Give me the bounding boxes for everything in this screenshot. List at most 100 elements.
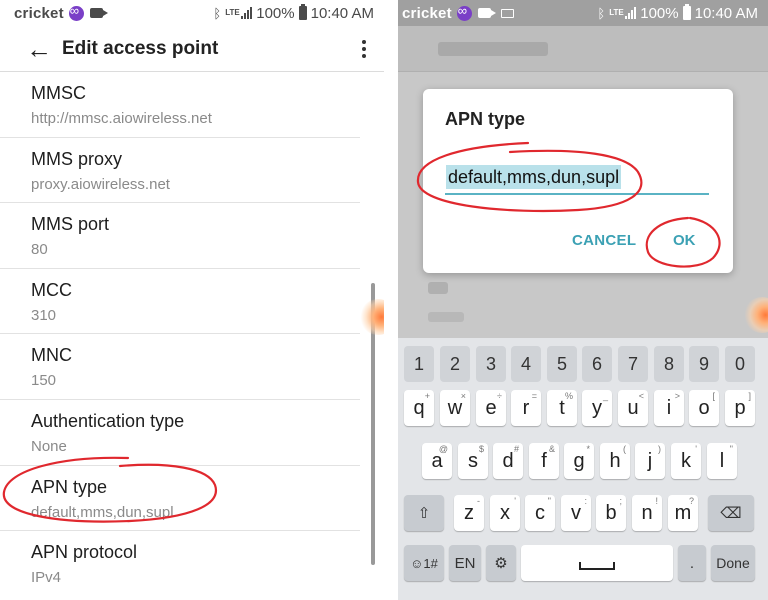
more-options-icon[interactable] bbox=[362, 39, 366, 58]
done-key[interactable]: Done bbox=[711, 545, 755, 581]
key-k[interactable]: k ' bbox=[671, 443, 701, 479]
key-9[interactable]: 9 bbox=[689, 346, 719, 382]
apn-settings-list: MMSC http://mmsc.aiowireless.net MMS pro… bbox=[0, 72, 384, 597]
key-y[interactable]: y _ bbox=[582, 390, 612, 426]
carrier-name: cricket bbox=[402, 4, 452, 22]
setting-value: 150 bbox=[31, 372, 57, 390]
carrier-logo-icon bbox=[456, 3, 472, 21]
key-q[interactable]: q + bbox=[404, 390, 434, 426]
key-6[interactable]: 6 bbox=[582, 346, 612, 382]
setting-mcc[interactable]: MCC 310 bbox=[0, 269, 360, 335]
ok-button[interactable]: OK bbox=[673, 232, 696, 249]
setting-mnc[interactable]: MNC 150 bbox=[0, 334, 360, 400]
key-g[interactable]: g * bbox=[564, 443, 594, 479]
setting-value: proxy.aiowireless.net bbox=[31, 175, 170, 193]
shift-key[interactable]: ⇧ bbox=[404, 495, 444, 531]
setting-value: 310 bbox=[31, 306, 57, 324]
key-1[interactable]: 1 bbox=[404, 346, 434, 382]
key-b[interactable]: b; bbox=[596, 495, 626, 531]
key-m[interactable]: m? bbox=[668, 495, 698, 531]
period-key[interactable]: . bbox=[678, 545, 706, 581]
key-t[interactable]: t% bbox=[547, 390, 577, 426]
battery-percent: 100% bbox=[640, 4, 679, 22]
key-h[interactable]: h( bbox=[600, 443, 630, 479]
bluetooth-icon: ᛒ bbox=[213, 5, 222, 21]
app-bar: ← Edit access point bbox=[0, 26, 384, 72]
battery-icon bbox=[298, 4, 307, 20]
backspace-icon: ⌫ bbox=[720, 505, 742, 522]
key-c[interactable]: c " bbox=[525, 495, 555, 531]
setting-authentication-type[interactable]: Authentication type None bbox=[0, 400, 360, 466]
key-e[interactable]: e ÷ bbox=[476, 390, 506, 426]
key-8[interactable]: 8 bbox=[654, 346, 684, 382]
carrier-name: cricket bbox=[14, 4, 64, 22]
key-2[interactable]: 2 bbox=[440, 346, 470, 382]
apn-type-dialog: APN type default,mms,dun,supl CANCEL OK bbox=[423, 89, 733, 273]
signal-icon bbox=[625, 7, 637, 19]
key-j[interactable]: j) bbox=[635, 443, 665, 479]
dialog-title: APN type bbox=[445, 109, 526, 129]
setting-value: 80 bbox=[31, 241, 48, 259]
language-key[interactable]: EN bbox=[449, 545, 481, 581]
key-a[interactable]: a @ bbox=[422, 443, 452, 479]
key-d[interactable]: d # bbox=[493, 443, 523, 479]
apn-type-input-value[interactable]: default,mms,dun,supl bbox=[446, 165, 622, 189]
key-f[interactable]: f & bbox=[529, 443, 559, 479]
setting-value: http://mmsc.aiowireless.net bbox=[31, 110, 212, 127]
setting-title: Authentication type bbox=[31, 410, 185, 431]
setting-title: MNC bbox=[31, 345, 72, 366]
video-camera-icon bbox=[477, 8, 496, 18]
lte-indicator: LTE bbox=[225, 8, 240, 17]
shift-icon: ⇧ bbox=[417, 505, 431, 522]
key-n[interactable]: n! bbox=[632, 495, 662, 531]
bluetooth-icon: ᛒ bbox=[597, 5, 606, 21]
key-r[interactable]: r = bbox=[511, 390, 541, 426]
settings-key[interactable]: ⚙ bbox=[486, 545, 516, 581]
key-v[interactable]: v: bbox=[561, 495, 591, 531]
key-l[interactable]: l " bbox=[707, 443, 737, 479]
edit-access-point-screen: cricket ᛒ LTE 100% 10:40 AM ← Edit acces… bbox=[0, 0, 384, 600]
page-title: Edit access point bbox=[62, 37, 219, 59]
key-z[interactable]: z- bbox=[454, 495, 484, 531]
setting-mmsc[interactable]: MMSC http://mmsc.aiowireless.net bbox=[0, 72, 360, 138]
space-icon bbox=[579, 562, 615, 570]
backspace-key[interactable]: ⌫ bbox=[708, 495, 754, 531]
status-bar: cricket ᛒ LTE 100% 10:40 AM bbox=[0, 0, 384, 26]
clock: 10:40 AM bbox=[694, 4, 758, 22]
key-3[interactable]: 3 bbox=[476, 346, 506, 382]
setting-title: APN protocol bbox=[31, 542, 138, 563]
dimmed-title bbox=[438, 42, 548, 56]
setting-apn-protocol[interactable]: APN protocol IPv4 bbox=[0, 531, 360, 597]
battery-icon bbox=[682, 4, 691, 20]
key-u[interactable]: u < bbox=[618, 390, 648, 426]
emoji-symbols-key[interactable]: ☺1# bbox=[404, 545, 444, 581]
key-7[interactable]: 7 bbox=[618, 346, 648, 382]
setting-mms-port[interactable]: MMS port 80 bbox=[0, 203, 360, 269]
status-bar: cricket ᛒ LTE 100% 10:40 AM bbox=[398, 0, 768, 26]
key-5[interactable]: 5 bbox=[547, 346, 577, 382]
space-key[interactable] bbox=[521, 545, 673, 581]
key-x[interactable]: x ' bbox=[490, 495, 520, 531]
setting-value: default,mms,dun,supl bbox=[31, 503, 174, 521]
key-0[interactable]: 0 bbox=[725, 346, 755, 382]
setting-title: MMS proxy bbox=[31, 148, 123, 169]
video-camera-icon bbox=[89, 8, 108, 18]
key-w[interactable]: w × bbox=[440, 390, 470, 426]
dimmed-content bbox=[428, 282, 448, 294]
signal-icon bbox=[241, 7, 253, 19]
key-p[interactable]: p] bbox=[725, 390, 755, 426]
touch-indicator bbox=[744, 297, 768, 333]
cancel-button[interactable]: CANCEL bbox=[572, 232, 636, 249]
clock: 10:40 AM bbox=[310, 4, 374, 22]
apn-type-dialog-screen: cricket ᛒ LTE 100% 10:40 AM APN type def… bbox=[398, 0, 768, 600]
key-4[interactable]: 4 bbox=[511, 346, 541, 382]
keyboard-icon bbox=[500, 8, 514, 18]
key-s[interactable]: s $ bbox=[458, 443, 488, 479]
battery-percent: 100% bbox=[256, 4, 295, 22]
setting-mms-proxy[interactable]: MMS proxy proxy.aiowireless.net bbox=[0, 138, 360, 204]
back-arrow-icon[interactable]: ← bbox=[26, 36, 52, 62]
setting-apn-type[interactable]: APN type default,mms,dun,supl bbox=[0, 466, 360, 532]
key-i[interactable]: i > bbox=[654, 390, 684, 426]
key-o[interactable]: o[ bbox=[689, 390, 719, 426]
setting-title: MCC bbox=[31, 279, 72, 300]
